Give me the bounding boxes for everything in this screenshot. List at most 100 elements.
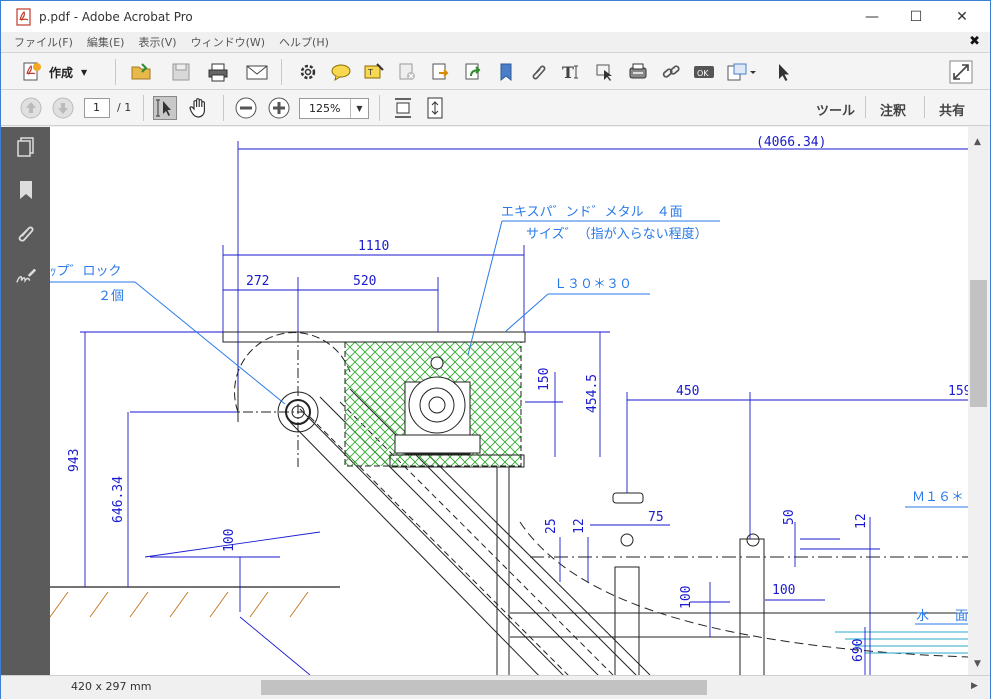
cursor-text-select-icon [156,99,171,117]
dim-150: 150 [537,368,552,391]
add-text-button[interactable]: T [560,60,584,84]
fax-button[interactable] [626,60,650,84]
page-number-input[interactable]: 1 [84,98,110,118]
save-button[interactable] [169,60,193,84]
block-note-line2: ２個 [98,289,124,304]
document-delete-icon [399,63,415,80]
document-export-icon [432,63,449,80]
separator [223,95,224,121]
bookmark-button[interactable] [494,60,518,84]
menu-help[interactable]: ヘルプ(H) [279,34,329,50]
zoom-in-button[interactable] [267,96,291,120]
share-pane-link[interactable]: 共有 [939,100,965,119]
zoom-value: 125% [309,102,341,115]
dim-100c: 100 [772,583,795,598]
scroll-right-icon[interactable]: ▶ [971,681,978,691]
horizontal-scroll-thumb[interactable] [261,680,707,695]
comment-button[interactable] [329,60,353,84]
attachments-panel-button[interactable] [15,222,37,244]
zoom-out-button[interactable] [234,96,258,120]
svg-text:T: T [367,68,373,77]
scroll-down-icon[interactable]: ▼ [974,659,981,669]
status-bar: 420 x 297 mm ▶ [1,675,990,699]
dim-50: 50 [782,509,797,525]
fax-printer-icon [629,63,647,79]
hand-icon [189,98,205,118]
vertical-scroll-thumb[interactable] [970,280,987,407]
signature-pen-icon [16,268,37,284]
maximize-button[interactable]: ☐ [893,1,939,32]
zoom-select[interactable]: 125% ▼ [299,98,369,119]
window-title: p.pdf - Adobe Acrobat Pro [39,9,193,24]
horizontal-scrollbar[interactable] [153,679,967,696]
fit-page-icon [427,97,443,119]
select-object-icon [596,64,612,81]
select-object-button[interactable] [593,60,617,84]
create-pdf-icon [23,62,41,81]
settings-button[interactable] [296,60,320,84]
share-file-button[interactable] [461,60,485,84]
cad-drawing: (4066.34) エキスパ゛ンド゛メタル ４面 サイズ゛（指が入らない程度） … [50,135,968,675]
menu-window[interactable]: ウィンドウ(W) [191,34,265,50]
vertical-scrollbar[interactable]: ▲ ▼ [968,127,990,675]
menu-view[interactable]: 表示(V) [138,34,176,50]
print-button[interactable] [206,60,230,84]
create-button[interactable]: 作成 ▼ [21,61,87,83]
tools-pane-link[interactable]: ツール [816,100,855,119]
page-thumbnails-button[interactable] [15,136,37,158]
paperclip-icon [18,226,34,242]
page-scroll-icon [395,98,411,118]
bolt-note: Ｍ１６＊ [912,490,964,505]
pages-icon [17,137,34,157]
ok-button[interactable]: OK [692,60,716,84]
close-document-button[interactable]: ✖ [969,34,980,49]
form-fields-button[interactable] [725,60,759,84]
export-button[interactable] [428,60,452,84]
minus-circle-icon [235,97,257,119]
dim-272: 272 [246,274,269,289]
chevron-down-icon[interactable]: ▼ [350,99,368,118]
document-view[interactable]: (4066.34) エキスパ゛ンド゛メタル ４面 サイズ゛（指が入らない程度） … [50,127,968,675]
envelope-icon [246,65,268,80]
bookmark-icon [500,63,512,82]
attach-button[interactable] [527,60,551,84]
document-share-icon [465,63,481,80]
comment-pane-link[interactable]: 注釈 [880,100,906,119]
link-button[interactable] [659,60,683,84]
full-screen-button[interactable] [949,60,973,84]
ground-hatch [50,586,340,618]
dim-75: 75 [648,510,664,525]
scroll-mode-button[interactable] [391,96,415,120]
paperclip-icon [532,65,546,80]
scroll-up-icon[interactable]: ▲ [974,137,981,147]
main-toolbar: 作成 ▼ T T OK [1,52,990,90]
folder-open-icon [131,63,151,80]
text-tool-icon: T [562,63,578,82]
signatures-panel-button[interactable] [15,265,37,287]
minimize-button[interactable]: — [849,1,895,32]
speech-bubble-icon [331,64,351,82]
redact-button[interactable] [395,60,419,84]
prev-page-button[interactable] [19,96,43,120]
close-window-button[interactable]: ✕ [939,1,985,32]
svg-text:T: T [562,63,574,82]
mesh-note-line2: サイズ゛（指が入らない程度） [526,226,708,242]
bookmark-icon [20,181,32,199]
menu-edit[interactable]: 編集(E) [87,34,125,50]
gear-icon [300,64,316,80]
fit-page-button[interactable] [423,96,447,120]
menu-file[interactable]: ファイル(F) [14,34,73,50]
select-text-tool-button[interactable] [153,96,177,120]
select-tool-button[interactable] [771,60,795,84]
separator [379,95,380,121]
open-button[interactable] [130,60,154,84]
next-page-button[interactable] [51,96,75,120]
dim-1110: 1110 [358,239,389,254]
bookmarks-panel-button[interactable] [15,179,37,201]
email-button[interactable] [245,60,269,84]
dim-690: 690 [851,639,866,662]
svg-text:OK: OK [697,69,709,78]
hand-tool-button[interactable] [187,96,211,120]
acrobat-window: p.pdf - Adobe Acrobat Pro — ☐ ✕ ファイル(F) … [0,0,991,699]
highlight-button[interactable]: T [362,60,386,84]
